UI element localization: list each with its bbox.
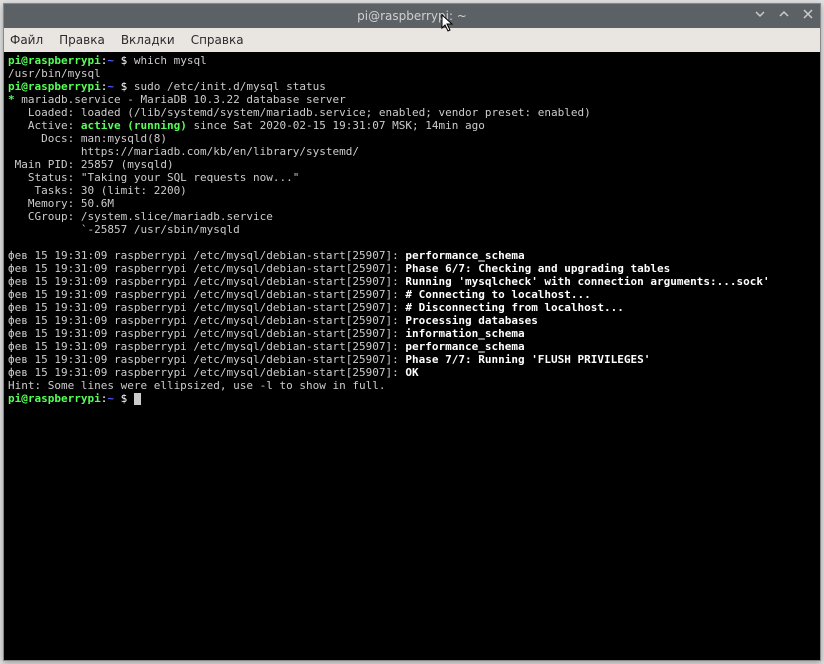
- command-1: which mysql: [134, 54, 207, 67]
- output-which: /usr/bin/mysql: [8, 67, 101, 80]
- terminal-area[interactable]: pi@raspberrypi:~ $ which mysql /usr/bin/…: [4, 52, 820, 660]
- window-title: pi@raspberrypi: ~: [357, 9, 467, 23]
- prompt-path: ~: [107, 54, 114, 67]
- log-line: фев 15 19:31:09 raspberrypi /etc/mysql/d…: [8, 275, 770, 288]
- service-active: Active: active (running) since Sat 2020-…: [8, 119, 485, 132]
- service-docs1: Docs: man:mysqld(8): [8, 132, 167, 145]
- log-line: фев 15 19:31:09 raspberrypi /etc/mysql/d…: [8, 288, 591, 301]
- log-line: фев 15 19:31:09 raspberrypi /etc/mysql/d…: [8, 340, 525, 353]
- log-line: фев 15 19:31:09 raspberrypi /etc/mysql/d…: [8, 327, 525, 340]
- hint-line: Hint: Some lines were ellipsized, use -l…: [8, 379, 386, 392]
- menu-edit[interactable]: Правка: [59, 33, 105, 47]
- titlebar: pi@raspberrypi: ~: [4, 4, 820, 28]
- close-icon[interactable]: [800, 8, 816, 24]
- service-cgroup1: CGroup: /system.slice/mariadb.service: [8, 210, 273, 223]
- menubar: Файл Правка Вкладки Справка: [4, 28, 820, 52]
- service-header: mariadb.service - MariaDB 10.3.22 databa…: [15, 93, 346, 106]
- service-mainpid: Main PID: 25857 (mysqld): [8, 158, 174, 171]
- log-line: фев 15 19:31:09 raspberrypi /etc/mysql/d…: [8, 301, 624, 314]
- service-docs2: https://mariadb.com/kb/en/library/system…: [8, 145, 359, 158]
- command-2: sudo /etc/init.d/mysql status: [134, 80, 326, 93]
- prompt-userhost: pi@raspberrypi: [8, 54, 101, 67]
- menu-tabs[interactable]: Вкладки: [121, 33, 175, 47]
- log-line: фев 15 19:31:09 raspberrypi /etc/mysql/d…: [8, 366, 419, 379]
- prompt-line-1: pi@raspberrypi:~ $ which mysql: [8, 54, 207, 67]
- log-line: фев 15 19:31:09 raspberrypi /etc/mysql/d…: [8, 314, 538, 327]
- service-status: Status: "Taking your SQL requests now...…: [8, 171, 299, 184]
- status-bullet: *: [8, 93, 15, 106]
- prompt-line-2: pi@raspberrypi:~ $ sudo /etc/init.d/mysq…: [8, 80, 326, 93]
- maximize-icon[interactable]: [776, 8, 792, 24]
- service-memory: Memory: 50.6M: [8, 197, 114, 210]
- log-line: фев 15 19:31:09 raspberrypi /etc/mysql/d…: [8, 262, 670, 275]
- text-cursor: [134, 393, 141, 405]
- log-line: фев 15 19:31:09 raspberrypi /etc/mysql/d…: [8, 249, 525, 262]
- log-line: фев 15 19:31:09 raspberrypi /etc/mysql/d…: [8, 353, 650, 366]
- menu-file[interactable]: Файл: [10, 33, 43, 47]
- prompt-line-3: pi@raspberrypi:~ $: [8, 392, 141, 405]
- minimize-icon[interactable]: [752, 8, 768, 24]
- window-controls: [752, 4, 816, 28]
- menu-help[interactable]: Справка: [191, 33, 244, 47]
- terminal-window: pi@raspberrypi: ~ Файл Правка Вкладки Сп…: [3, 3, 821, 661]
- service-tasks: Tasks: 30 (limit: 2200): [8, 184, 187, 197]
- service-loaded: Loaded: loaded (/lib/systemd/system/mari…: [8, 106, 591, 119]
- service-cgroup2: `-25857 /usr/sbin/mysqld: [8, 223, 240, 236]
